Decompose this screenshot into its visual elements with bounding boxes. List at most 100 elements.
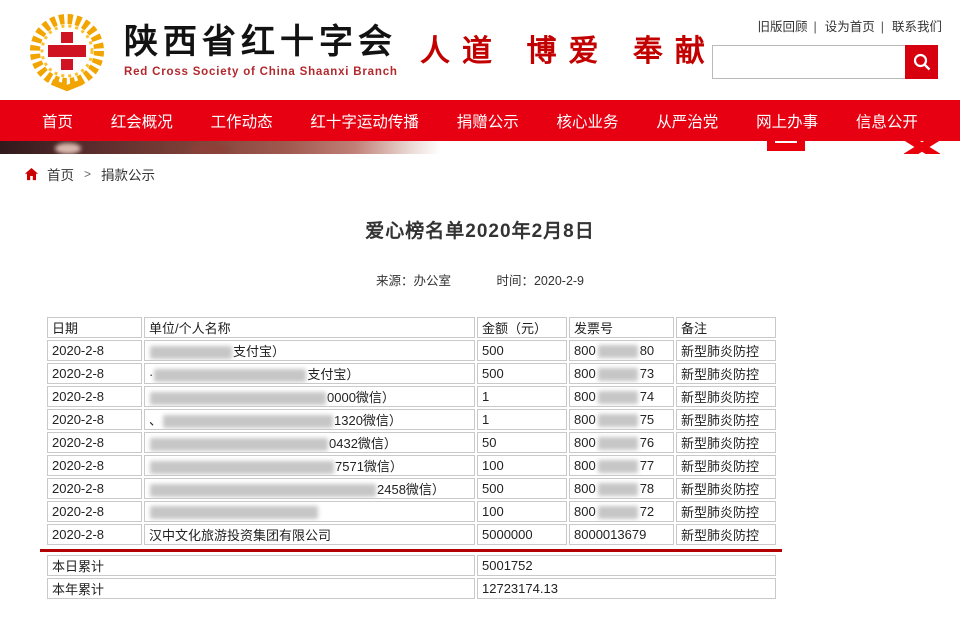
table-row: 2020-2-8 汉中文化旅游投资集团有限公司 5000000 8000013679 新… [47, 524, 776, 545]
breadcrumb-home-link[interactable]: 首页 [47, 164, 74, 184]
banner-red-glyph-fragment [767, 141, 805, 151]
redacted-name [150, 461, 334, 475]
cell-invoice: 800 75 [569, 409, 674, 430]
breadcrumb-current[interactable]: 捐款公示 [101, 164, 155, 184]
site-title-english: Red Cross Society of China Shaanxi Branc… [124, 66, 398, 78]
summary-table: 本日累计 5001752 本年累计 12723174.13 [45, 553, 778, 601]
top-links: 旧版回顾 | 设为首页 | 联系我们 [712, 16, 942, 35]
summary-value: 5001752 [477, 555, 777, 576]
site-title: 陕西省红十字会 [124, 22, 397, 62]
col-header-3: 发票号 [569, 317, 674, 338]
cell-amount: 500 [477, 363, 567, 384]
top-link-2[interactable]: 联系我们 [892, 20, 942, 34]
donation-table: 日期 单位/个人名称 金额（元） 发票号 备注 2020-2-8 支付宝） 500 800 80… [45, 315, 778, 547]
search-button[interactable] [905, 45, 938, 79]
redacted-invoice [597, 345, 638, 359]
cell-amount: 500 [477, 340, 567, 361]
nav-item-7[interactable]: 网上办事 [756, 110, 818, 132]
cell-name: 汉中文化旅游投资集团有限公司 [144, 524, 475, 545]
cell-date: 2020-2-8 [47, 386, 142, 407]
link-separator: | [813, 20, 817, 34]
cell-note: 新型肺炎防控 [676, 524, 776, 545]
header-right: 旧版回顾 | 设为首页 | 联系我们 [712, 16, 942, 79]
top-link-1[interactable]: 设为首页 [825, 20, 875, 34]
cell-name: 7571微信） [144, 455, 475, 476]
search-icon [913, 53, 930, 71]
col-header-1: 单位/个人名称 [144, 317, 475, 338]
col-header-2: 金额（元） [477, 317, 567, 338]
cell-amount: 50 [477, 432, 567, 453]
banner-photo-blob [55, 143, 81, 154]
breadcrumb-separator: > [84, 167, 92, 181]
table-header-row: 日期 单位/个人名称 金额（元） 发票号 备注 [47, 317, 776, 338]
col-header-0: 日期 [47, 317, 142, 338]
article-meta: 来源：办公室 时间：2020-2-9 [40, 270, 920, 289]
redacted-invoice [597, 414, 638, 428]
cell-name: 支付宝） [144, 340, 475, 361]
cell-amount: 1 [477, 409, 567, 430]
cell-note: 新型肺炎防控 [676, 432, 776, 453]
search-input[interactable] [712, 45, 905, 79]
table-row: 2020-2-8 0000微信） 1 800 74 新型肺炎防控 [47, 386, 776, 407]
cell-date: 2020-2-8 [47, 340, 142, 361]
top-link-0[interactable]: 旧版回顾 [757, 20, 807, 34]
cell-date: 2020-2-8 [47, 478, 142, 499]
summary-label: 本年累计 [47, 578, 476, 599]
cell-amount: 500 [477, 478, 567, 499]
redacted-invoice [597, 368, 638, 382]
nav-item-1[interactable]: 红会概况 [111, 110, 173, 132]
cell-date: 2020-2-8 [47, 432, 142, 453]
cell-name: 2458微信） [144, 478, 475, 499]
cell-name: · 支付宝） [144, 363, 475, 384]
article: 爱心榜名单2020年2月8日 来源：办公室 时间：2020-2-9 日期 单位/个… [0, 216, 960, 601]
cell-invoice: 800 74 [569, 386, 674, 407]
cell-amount: 1 [477, 386, 567, 407]
red-cross-logo [22, 6, 112, 96]
redacted-invoice [597, 506, 638, 520]
cell-name: 0432微信） [144, 432, 475, 453]
page: 陕西省红十字会 Red Cross Society of China Shaan… [0, 0, 960, 618]
article-head: 爱心榜名单2020年2月8日 来源：办公室 时间：2020-2-9 [40, 216, 920, 289]
brand-block: 陕西省红十字会 Red Cross Society of China Shaan… [124, 14, 398, 78]
cell-date: 2020-2-8 [47, 363, 142, 384]
nav-item-0[interactable]: 首页 [42, 110, 73, 132]
cell-invoice: 800 80 [569, 340, 674, 361]
redacted-name [163, 415, 334, 429]
redacted-name [150, 506, 318, 520]
nav-item-4[interactable]: 捐赠公示 [457, 110, 519, 132]
nav-item-3[interactable]: 红十字运动传播 [310, 110, 419, 132]
cell-invoice: 800 76 [569, 432, 674, 453]
red-cross-wreath-icon [30, 14, 104, 92]
banner-photo-blob [190, 144, 230, 154]
table-row: 2020-2-8 支付宝） 500 800 80 新型肺炎防控 [47, 340, 776, 361]
cell-note: 新型肺炎防控 [676, 409, 776, 430]
cell-invoice: 800 77 [569, 455, 674, 476]
table-row: 2020-2-8、 1320微信） 1 800 75 新型肺炎防控 [47, 409, 776, 430]
nav-item-6[interactable]: 从严治党 [656, 110, 718, 132]
nav-item-2[interactable]: 工作动态 [211, 110, 273, 132]
cell-date: 2020-2-8 [47, 501, 142, 522]
donation-table-wrap: 日期 单位/个人名称 金额（元） 发票号 备注 2020-2-8 支付宝） 500 800 80… [40, 315, 960, 601]
cell-note: 新型肺炎防控 [676, 501, 776, 522]
cell-date: 2020-2-8 [47, 524, 142, 545]
redacted-invoice [597, 460, 638, 474]
site-header: 陕西省红十字会 Red Cross Society of China Shaan… [0, 0, 960, 100]
nav-item-5[interactable]: 核心业务 [556, 110, 618, 132]
banner-image-strip [0, 141, 960, 154]
search-box [712, 45, 938, 79]
cell-invoice: 800 78 [569, 478, 674, 499]
red-divider-line [40, 549, 782, 552]
nav-item-8[interactable]: 信息公开 [856, 110, 918, 132]
time-label: 时间：2020-2-9 [496, 274, 585, 288]
table-row: 2020-2-8 · 支付宝） 500 800 73 新型肺炎防控 [47, 363, 776, 384]
redacted-name [150, 484, 376, 498]
breadcrumb: 首页 > 捐款公示 [0, 154, 960, 194]
slogan-text: 人道 博爱 奉献 [420, 34, 717, 69]
cell-name [144, 501, 475, 522]
cell-invoice: 800 73 [569, 363, 674, 384]
main-nav: 首页 红会概况 工作动态 红十字运动传播 捐赠公示 核心业务 从严治党 网上办事 信息公开 [0, 100, 960, 141]
redacted-name [150, 438, 328, 452]
cell-date: 2020-2-8 [47, 409, 142, 430]
cell-amount: 100 [477, 501, 567, 522]
cell-date: 2020-2-8 [47, 455, 142, 476]
